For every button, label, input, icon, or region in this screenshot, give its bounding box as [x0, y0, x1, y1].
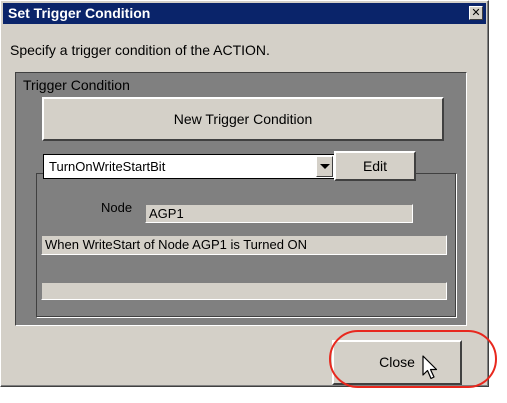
extra-info-field: [41, 282, 447, 300]
instruction-text: Specify a trigger condition of the ACTIO…: [10, 42, 270, 58]
mouse-pointer-icon: [422, 355, 438, 380]
trigger-condition-panel: Trigger Condition New Trigger Condition …: [15, 72, 467, 326]
node-field: AGP1: [145, 204, 413, 223]
chevron-down-icon[interactable]: [316, 156, 333, 177]
dialog-window: Set Trigger Condition ✕ Specify a trigge…: [0, 0, 489, 387]
title-close-button[interactable]: ✕: [469, 6, 483, 20]
condition-dropdown-value: TurnOnWriteStartBit: [49, 159, 166, 174]
title-bar[interactable]: Set Trigger Condition ✕: [3, 3, 486, 24]
edit-button[interactable]: Edit: [334, 151, 416, 181]
panel-label: Trigger Condition: [23, 77, 130, 93]
condition-dropdown[interactable]: TurnOnWriteStartBit: [43, 154, 335, 179]
node-label: Node: [101, 200, 133, 215]
new-trigger-condition-button[interactable]: New Trigger Condition: [42, 97, 444, 141]
window-title: Set Trigger Condition: [8, 5, 151, 21]
condition-description-field: When WriteStart of Node AGP1 is Turned O…: [41, 235, 447, 255]
highlight-circle: [329, 330, 497, 388]
